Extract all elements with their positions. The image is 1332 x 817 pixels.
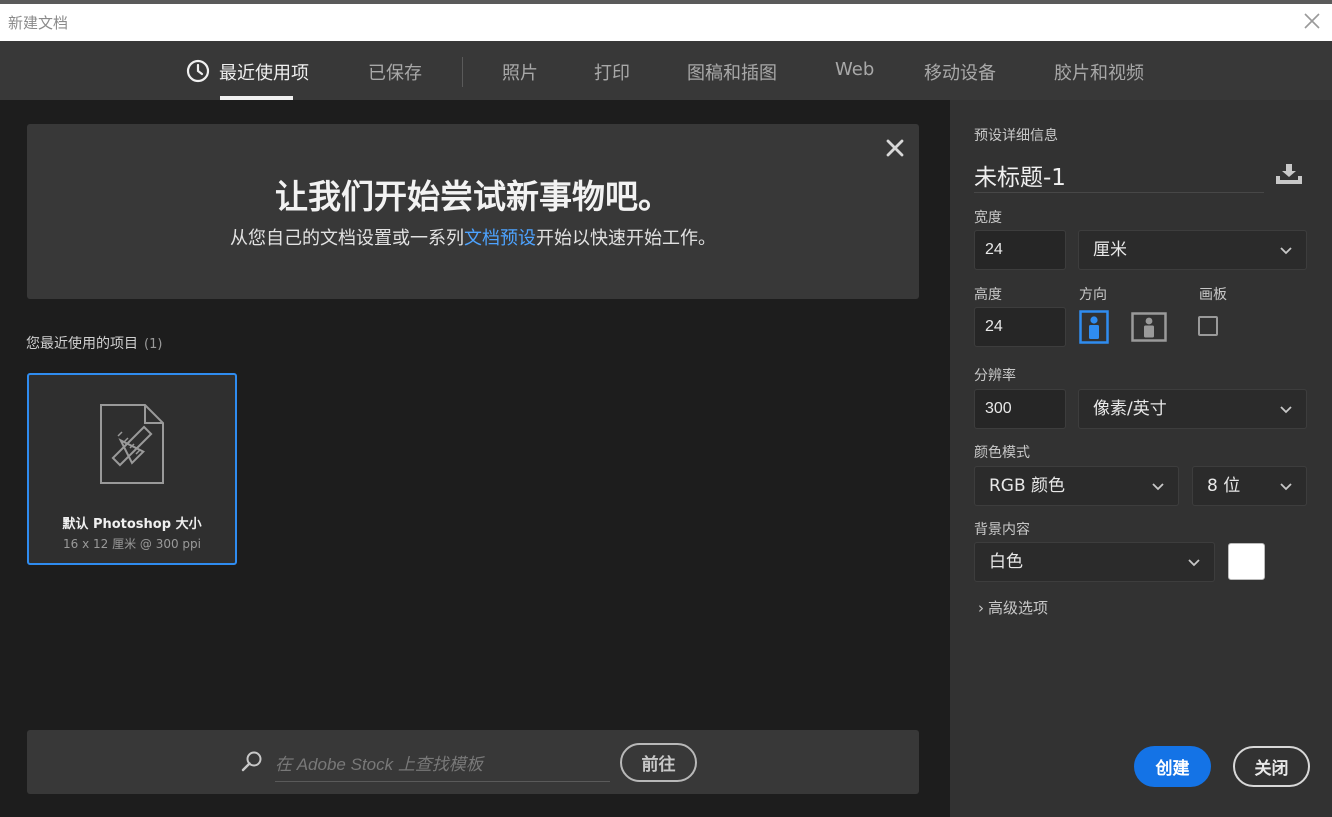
tab-bar: 最近使用项 已保存 照片 打印 图稿和插图 Web 移动设备 胶片和视频 bbox=[0, 41, 1332, 100]
stock-go-button[interactable]: 前往 bbox=[620, 743, 697, 782]
banner-subtitle-after: 开始以快速开始工作。 bbox=[536, 228, 716, 249]
banner-subtitle-before: 从您自己的文档设置或一系列 bbox=[230, 228, 464, 249]
color-mode-value: RGB 颜色 bbox=[989, 476, 1066, 496]
resolution-field[interactable] bbox=[974, 389, 1066, 429]
stock-search-bar: 前往 bbox=[27, 730, 919, 794]
resolution-unit-select[interactable]: 像素/英寸 bbox=[1078, 389, 1307, 429]
portrait-orientation-icon[interactable] bbox=[1079, 310, 1109, 344]
tab-saved[interactable]: 已保存 bbox=[368, 59, 422, 85]
color-mode-select[interactable]: RGB 颜色 bbox=[974, 466, 1179, 506]
chevron-down-icon bbox=[1280, 247, 1292, 255]
preset-details-label: 预设详细信息 bbox=[974, 128, 1058, 144]
advanced-options-toggle[interactable]: › 高级选项 bbox=[978, 597, 1048, 618]
artboard-label: 画板 bbox=[1199, 287, 1227, 303]
orientation-label: 方向 bbox=[1079, 287, 1107, 303]
landscape-orientation-icon[interactable] bbox=[1131, 310, 1167, 344]
chevron-down-icon bbox=[1152, 483, 1164, 491]
tab-film-video[interactable]: 胶片和视频 bbox=[1054, 59, 1144, 85]
background-select[interactable]: 白色 bbox=[974, 542, 1215, 582]
tab-divider bbox=[462, 57, 463, 87]
tab-print[interactable]: 打印 bbox=[594, 59, 630, 85]
advanced-options-label: 高级选项 bbox=[988, 599, 1049, 617]
recent-items-count: (1) bbox=[144, 337, 163, 352]
chevron-down-icon bbox=[1188, 559, 1200, 567]
width-label: 宽度 bbox=[974, 210, 1002, 226]
recent-items-label: 您最近使用的项目 (1) bbox=[26, 333, 162, 353]
tab-web[interactable]: Web bbox=[835, 59, 874, 80]
tab-photo[interactable]: 照片 bbox=[502, 59, 538, 85]
resolution-label: 分辨率 bbox=[974, 368, 1016, 384]
bit-depth-value: 8 位 bbox=[1207, 476, 1241, 496]
height-label: 高度 bbox=[974, 287, 1002, 303]
resolution-unit-value: 像素/英寸 bbox=[1093, 399, 1167, 419]
tab-recent[interactable]: 最近使用项 bbox=[219, 59, 309, 85]
save-preset-icon[interactable] bbox=[1274, 162, 1304, 186]
clock-icon bbox=[186, 59, 210, 83]
title-bar: 新建文档 bbox=[0, 0, 1332, 41]
close-button[interactable]: 关闭 bbox=[1233, 746, 1310, 787]
document-preset-icon bbox=[100, 404, 164, 484]
artboard-checkbox[interactable] bbox=[1198, 316, 1218, 336]
preset-details-pane: 预设详细信息 宽度 厘米 高度 方向 画板 分辨率 像素/英寸 颜色模式 RGB… bbox=[950, 100, 1332, 817]
banner-title: 让我们开始尝试新事物吧。 bbox=[275, 177, 671, 216]
chevron-right-icon: › bbox=[978, 599, 984, 617]
background-label: 背景内容 bbox=[974, 522, 1030, 538]
recent-item-title: 默认 Photoshop 大小 bbox=[62, 517, 202, 532]
background-value: 白色 bbox=[989, 552, 1023, 572]
recent-items-title: 您最近使用的项目 bbox=[26, 336, 138, 352]
stock-search-input[interactable] bbox=[275, 748, 610, 782]
width-unit-value: 厘米 bbox=[1093, 240, 1127, 260]
close-banner-icon[interactable] bbox=[885, 138, 905, 158]
window-title: 新建文档 bbox=[8, 14, 69, 32]
width-unit-select[interactable]: 厘米 bbox=[1078, 230, 1307, 270]
document-name-field[interactable] bbox=[974, 157, 1264, 193]
left-pane: 让我们开始尝试新事物吧。 从您自己的文档设置或一系列文档预设开始以快速开始工作。… bbox=[0, 100, 950, 817]
tab-art-illustration[interactable]: 图稿和插图 bbox=[687, 59, 777, 85]
banner-subtitle: 从您自己的文档设置或一系列文档预设开始以快速开始工作。 bbox=[27, 224, 919, 250]
welcome-banner: 让我们开始尝试新事物吧。 从您自己的文档设置或一系列文档预设开始以快速开始工作。 bbox=[27, 124, 919, 299]
background-color-swatch[interactable] bbox=[1228, 543, 1265, 580]
close-window-icon[interactable] bbox=[1302, 10, 1322, 32]
width-field[interactable] bbox=[974, 230, 1066, 270]
recent-item-subtitle: 16 x 12 厘米 @ 300 ppi bbox=[62, 537, 201, 551]
tab-mobile[interactable]: 移动设备 bbox=[924, 59, 996, 85]
height-field[interactable] bbox=[974, 307, 1066, 347]
chevron-down-icon bbox=[1280, 406, 1292, 414]
bit-depth-select[interactable]: 8 位 bbox=[1192, 466, 1307, 506]
recent-item-card[interactable]: 默认 Photoshop 大小 16 x 12 厘米 @ 300 ppi bbox=[27, 373, 237, 565]
document-presets-link[interactable]: 文档预设 bbox=[464, 228, 536, 249]
search-icon bbox=[241, 751, 262, 772]
create-button[interactable]: 创建 bbox=[1134, 746, 1211, 787]
color-mode-label: 颜色模式 bbox=[974, 445, 1030, 461]
chevron-down-icon bbox=[1280, 483, 1292, 491]
